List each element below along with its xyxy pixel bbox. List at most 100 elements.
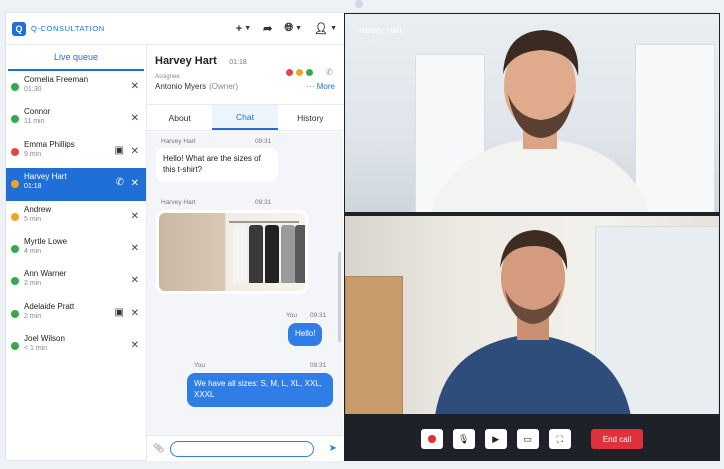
contact-timer: 01:18 — [229, 59, 247, 66]
status-dot — [11, 180, 19, 189]
queue-item[interactable]: Connor 11 min ✕ — [6, 103, 146, 135]
message-time: 09:31 — [255, 199, 272, 206]
queue-item-wait: < 1 min — [24, 345, 48, 353]
window-indicator-dot — [355, 0, 363, 8]
close-icon[interactable]: ✕ — [131, 146, 139, 157]
close-icon[interactable]: ✕ — [131, 211, 139, 222]
shirt-white — [233, 225, 247, 283]
status-dot — [11, 83, 19, 91]
queue-item-name: Andrew — [24, 204, 52, 214]
language-menu-button[interactable]: 🌐︎ ▼ — [284, 22, 302, 35]
record-button[interactable] — [420, 429, 443, 449]
queue-item[interactable]: Andrew 5 min ✕ — [6, 201, 146, 233]
paperclip-icon[interactable]: 📎︎ — [153, 443, 164, 454]
close-icon[interactable]: ✕ — [131, 340, 139, 351]
message-sender: You — [286, 312, 297, 319]
queue-item[interactable]: Adelaide Pratt 2 min ▣ ✕ — [6, 298, 146, 330]
remote-video: Harvey Hart 01:30 — [345, 14, 719, 212]
queue-item-wait: 11 min — [24, 118, 45, 126]
message-time: 09:31 — [255, 138, 272, 145]
message-input[interactable] — [170, 440, 315, 457]
message-scrollbar[interactable] — [338, 252, 341, 342]
screen-share-icon: ▭ — [523, 433, 533, 444]
message-image[interactable] — [156, 210, 308, 294]
user-icon: 👤︎ — [314, 23, 329, 35]
assignee-name: Antonio Myers — [155, 82, 207, 91]
camera-button[interactable]: ▶ — [484, 429, 507, 449]
queue-item[interactable]: Joel Wilson < 1 min ✕ — [6, 330, 146, 362]
message-icon[interactable]: ▣ — [115, 307, 124, 318]
add-menu-button[interactable]: + ▼ — [236, 22, 251, 35]
more-label: More — [316, 82, 335, 91]
queue-item[interactable]: Emma Phillips 9 min ▣ ✕ — [6, 136, 146, 168]
globe-icon: 🌐︎ — [284, 22, 294, 34]
phone-icon[interactable]: ✆ — [116, 177, 124, 188]
status-dot — [11, 244, 19, 253]
queue-list: Cornelia Freeman 01:30 ✕ Connor 11 min ✕ Emma … — [6, 71, 146, 363]
queue-item[interactable]: Harvey Hart 01:18 ✆ ✕ — [6, 168, 146, 201]
close-icon[interactable]: ✕ — [131, 81, 139, 92]
status-dot — [11, 212, 19, 221]
queue-item-name: Myrtle Lowe — [24, 236, 68, 246]
tab-history[interactable]: History — [278, 105, 343, 130]
assignee-role: (Owner) — [209, 82, 239, 91]
call-timer: 01:30 — [359, 38, 376, 45]
fullscreen-icon: ⛶ — [556, 433, 563, 444]
queue-item[interactable]: Cornelia Freeman 01:30 ✕ — [6, 71, 146, 103]
status-dot-green[interactable] — [306, 69, 313, 76]
queue-item-name: Connor — [24, 107, 51, 117]
app-logo-icon: Q — [12, 21, 26, 36]
microphone-icon: 🎙︎ — [458, 433, 470, 444]
status-dot — [11, 309, 19, 318]
queue-item[interactable]: Ann Warner 2 min ✕ — [6, 265, 146, 297]
close-icon[interactable]: ✕ — [131, 113, 139, 124]
status-dot — [11, 147, 19, 156]
close-icon[interactable]: ✕ — [131, 275, 139, 286]
status-dot-red[interactable] — [286, 69, 293, 76]
local-video — [345, 216, 719, 414]
tab-about[interactable]: About — [147, 105, 212, 130]
close-icon[interactable]: ✕ — [131, 243, 139, 254]
video-call-panel: Harvey Hart 01:30 🎙︎ ▶ ▭ ⛶ End call — [344, 13, 720, 461]
queue-item-name: Ann Warner — [24, 269, 67, 279]
screen-share-button[interactable]: ▭ — [516, 429, 539, 449]
share-icon: ➦ — [263, 23, 273, 35]
status-selector[interactable] — [286, 69, 313, 76]
chevron-down-icon: ▼ — [295, 25, 303, 32]
contact-name: Harvey Hart — [155, 55, 217, 67]
microphone-button[interactable]: 🎙︎ — [452, 429, 475, 449]
queue-item-wait: 01:30 — [24, 86, 42, 93]
call-controls: 🎙︎ ▶ ▭ ⛶ End call — [344, 417, 720, 461]
queue-item[interactable]: Myrtle Lowe 4 min ✕ — [6, 233, 146, 265]
status-dot — [11, 115, 19, 124]
queue-item-name: Cornelia Freeman — [24, 75, 89, 84]
phone-icon[interactable]: ✆ — [325, 67, 333, 78]
message-composer: 📎︎ ➤ — [147, 435, 343, 461]
close-icon[interactable]: ✕ — [131, 178, 139, 189]
message-sender: You — [194, 362, 205, 369]
end-call-button[interactable]: End call — [590, 429, 644, 449]
record-icon — [427, 435, 436, 443]
fullscreen-button[interactable]: ⛶ — [548, 429, 571, 449]
close-icon[interactable]: ✕ — [131, 308, 139, 319]
t-shirts-photo — [159, 213, 305, 291]
chevron-down-icon: ▼ — [330, 25, 337, 32]
app-name: Q-CONSULTATION — [31, 24, 105, 33]
live-queue-title[interactable]: Live queue — [8, 45, 144, 71]
queue-item-wait: 5 min — [24, 215, 42, 223]
tab-chat[interactable]: Chat — [212, 105, 278, 130]
send-icon[interactable]: ➤ — [329, 443, 337, 454]
message-bubble-outgoing: Hello! — [288, 323, 323, 346]
live-queue-panel: Live queue Cornelia Freeman 01:30 ✕ Connor 1… — [6, 45, 147, 461]
shirt-black — [265, 225, 279, 283]
share-button[interactable]: ➦ — [263, 22, 272, 35]
toolbar-actions: + ▼ ➦ 🌐︎ ▼ 👤︎ ▼ — [236, 22, 337, 35]
chat-tabs: About Chat History — [147, 105, 343, 131]
message-icon[interactable]: ▣ — [115, 145, 124, 156]
user-menu-button[interactable]: 👤︎ ▼ — [314, 22, 337, 35]
more-button[interactable]: ··· More — [307, 82, 335, 91]
message-sender: Harvey Hart — [161, 199, 196, 206]
status-dot — [11, 277, 19, 286]
remote-participant-figure — [432, 30, 648, 212]
status-dot-orange[interactable] — [296, 69, 303, 76]
